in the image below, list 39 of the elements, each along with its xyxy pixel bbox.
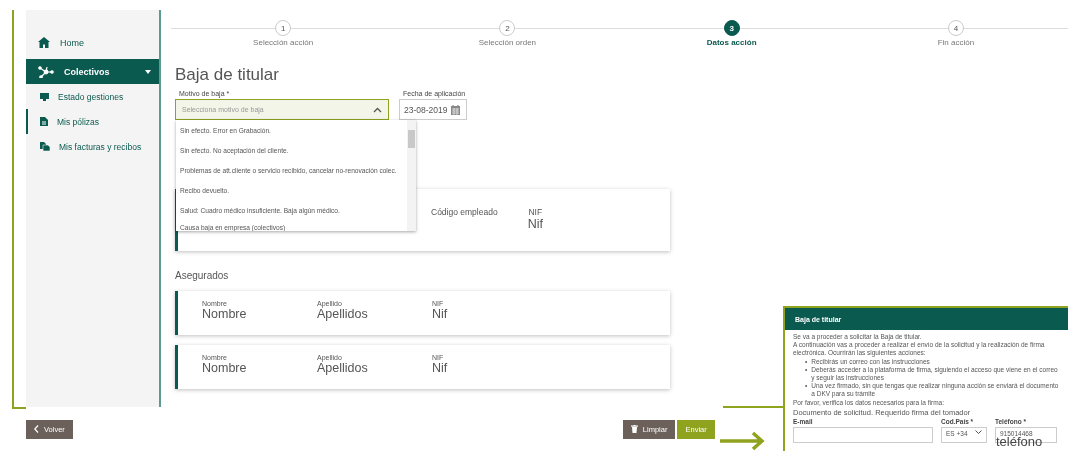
field-value: Nif: [432, 307, 448, 321]
field-value: Apellidos: [317, 361, 368, 375]
field-value: Nif: [527, 217, 543, 231]
network-icon: [38, 65, 54, 78]
sidebar-item[interactable]: Mis facturas y recibos: [26, 134, 159, 159]
arrow-icon: [720, 431, 766, 451]
step-number: 3: [723, 20, 740, 36]
field-value: Nombre: [202, 307, 247, 321]
step-label: Selección orden: [478, 38, 537, 47]
field-label: NIF: [528, 207, 543, 217]
step-label: Fin acción: [937, 38, 975, 47]
chevron-left-icon: [34, 425, 39, 433]
sidebar-item[interactable]: Home: [26, 30, 159, 55]
step-number: 2: [499, 20, 516, 36]
date-field[interactable]: 23-08-2019: [399, 99, 467, 120]
field-value: Nombre: [202, 361, 247, 375]
calendar-icon: [451, 104, 461, 115]
document-icon: [40, 117, 48, 126]
field-value: Apellidos: [317, 307, 368, 321]
sidebar-item[interactable]: Estado gestiones: [26, 84, 159, 109]
step-number: 1: [275, 20, 292, 36]
caret-icon: [145, 69, 151, 74]
step-label: Selección acción: [253, 38, 314, 47]
section-title: Asegurados: [175, 270, 230, 281]
trash-icon: [630, 425, 638, 433]
field-value: Nif: [432, 361, 448, 375]
chevron-up-icon: [373, 106, 382, 113]
scrollbar[interactable]: [407, 120, 416, 231]
step-label: Datos acción: [706, 38, 757, 47]
sidebar-item[interactable]: Colectivos: [26, 59, 159, 84]
documents-icon: [40, 142, 50, 151]
home-icon: [38, 37, 50, 48]
step-number: 4: [947, 20, 964, 36]
page-title: Baja de titular: [175, 65, 280, 85]
monitor-icon: [40, 92, 49, 101]
field-label: Código empleado: [431, 207, 498, 217]
email-field[interactable]: [793, 427, 933, 443]
chevron-down-icon: [975, 430, 982, 434]
sidebar-item[interactable]: Mis pólizas: [26, 109, 159, 134]
